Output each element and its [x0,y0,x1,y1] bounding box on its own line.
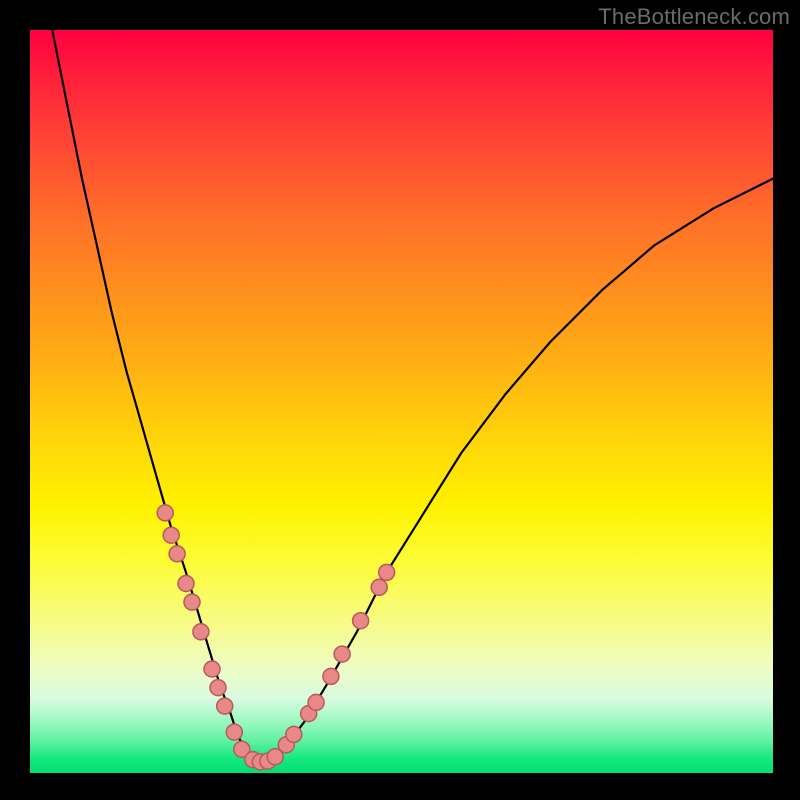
curve-svg [30,30,773,773]
curve-marker [157,505,173,521]
curve-marker [178,576,194,592]
curve-marker [217,698,233,714]
chart-frame: TheBottleneck.com [0,0,800,800]
watermark-text: TheBottleneck.com [598,4,790,30]
curve-marker [323,668,339,684]
curve-marker [286,726,302,742]
curve-marker [193,624,209,640]
curve-marker [184,594,200,610]
curve-marker [163,527,179,543]
curve-marker [379,564,395,580]
plot-area [30,30,773,773]
curve-marker [371,579,387,595]
curve-marker [353,613,369,629]
curve-marker [226,724,242,740]
curve-marker [210,680,226,696]
marker-group [157,505,394,770]
bottleneck-curve [52,30,773,762]
curve-marker [169,546,185,562]
curve-marker [204,661,220,677]
curve-marker [334,646,350,662]
curve-marker [308,694,324,710]
